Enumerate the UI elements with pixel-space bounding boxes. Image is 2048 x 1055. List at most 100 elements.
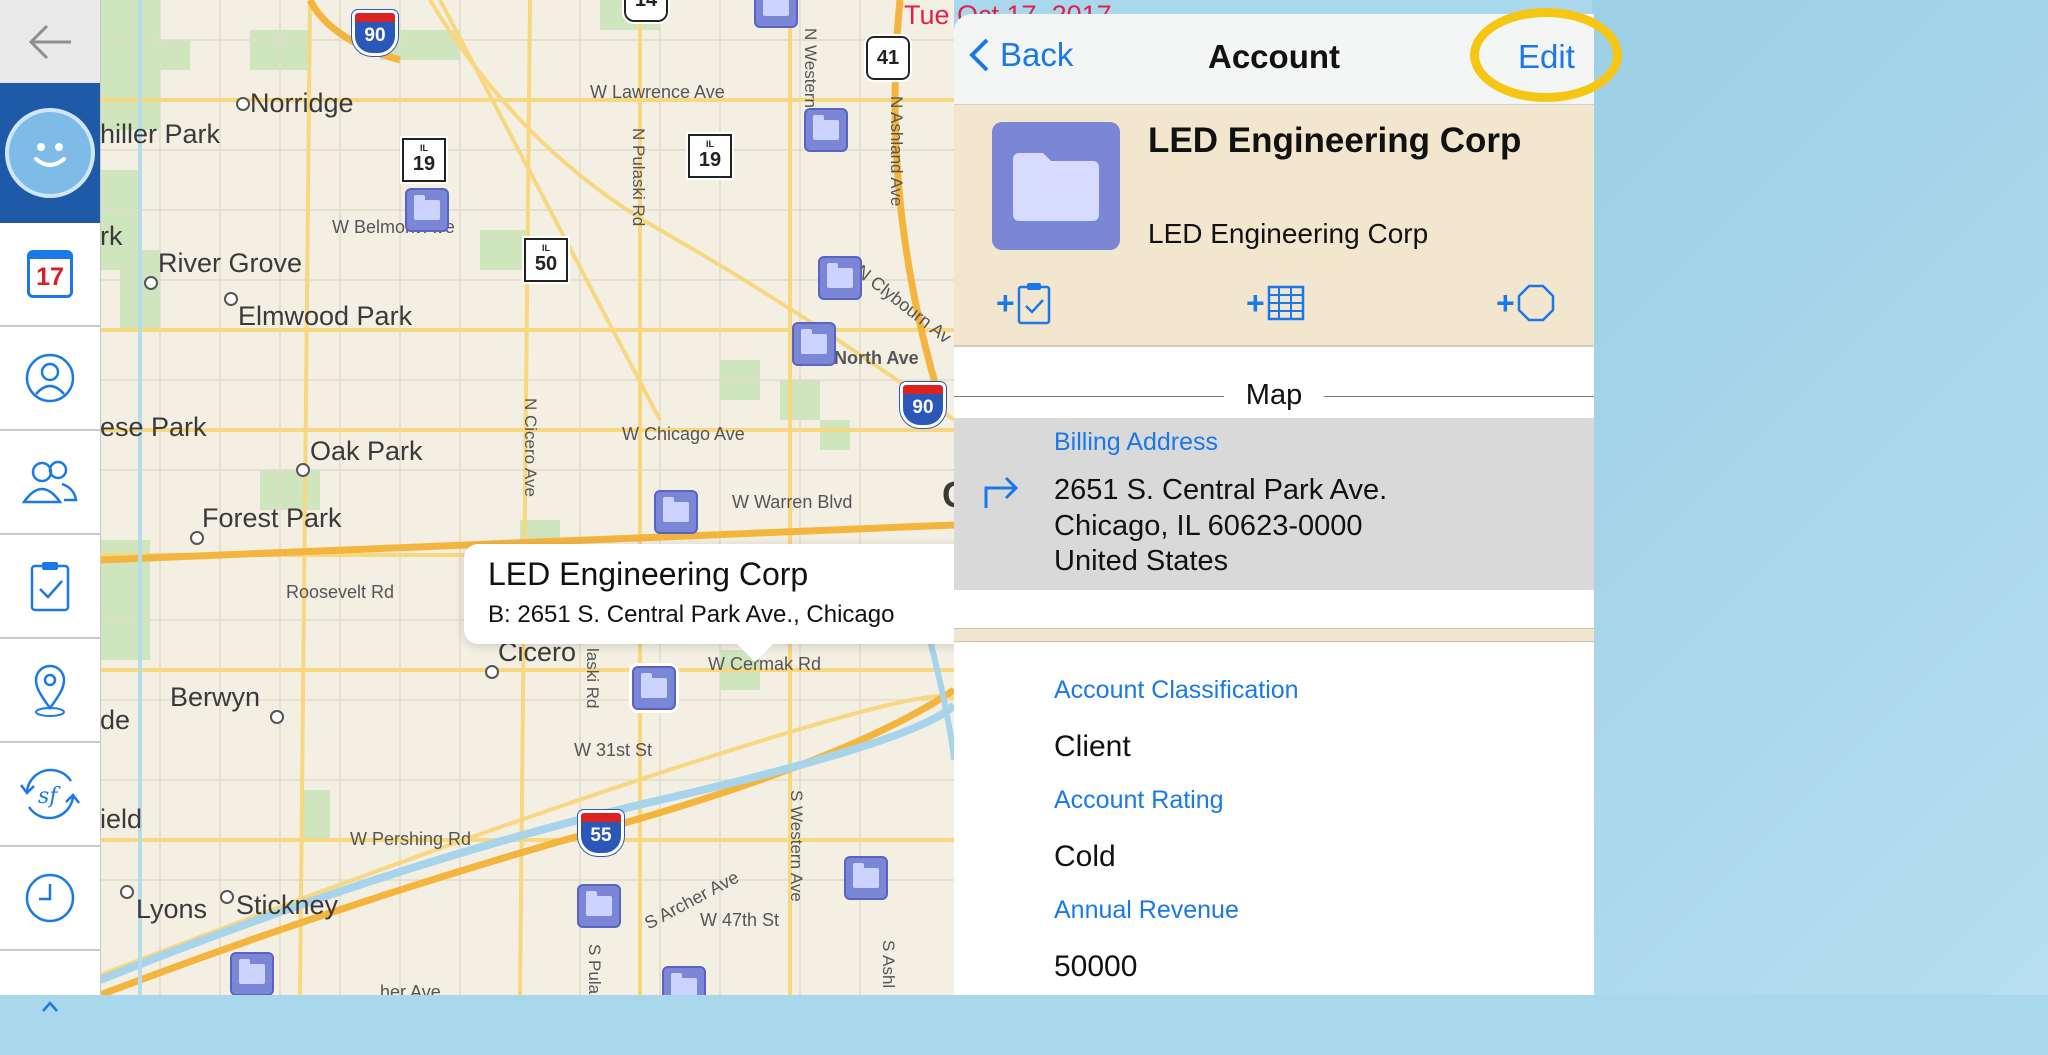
user-avatar-icon (5, 108, 95, 198)
account-map-pin[interactable] (230, 952, 274, 995)
map-street-label: W 31st St (574, 740, 653, 760)
account-name: LED Engineering Corp (1148, 121, 1522, 160)
contact-icon (25, 353, 75, 403)
add-table-icon (1267, 285, 1304, 321)
account-folder-icon (992, 122, 1120, 250)
edit-highlight-ring (1470, 8, 1622, 102)
interstate-shield: 55 (578, 810, 624, 856)
sidebar-contacts-button[interactable] (0, 431, 100, 535)
map-place-label: Norridge (250, 88, 354, 118)
sidebar-calendar-button[interactable]: 17 (0, 223, 100, 327)
map-place-label: Berwyn (170, 682, 261, 712)
field-value: Client (1054, 730, 1131, 763)
field-label: Annual Revenue (1054, 896, 1239, 924)
account-subtitle: LED Engineering Corp (1148, 218, 1429, 249)
account-map-pin[interactable] (792, 322, 836, 366)
callout-address: B: 2651 S. Central Park Ave., Chicago (488, 601, 895, 628)
add-task-icon (1017, 283, 1050, 325)
map-street-label: her Ave (380, 982, 441, 995)
map-place-label: Forest Park (202, 503, 342, 533)
salesforce-sync-icon: sf (20, 768, 80, 820)
town-dot (144, 276, 158, 290)
town-dot (236, 97, 250, 111)
account-map-pin[interactable] (577, 884, 621, 928)
sidebar-history-button[interactable] (0, 847, 100, 951)
account-map-pin[interactable] (818, 256, 862, 300)
map-street-label: N Ashland Ave (887, 96, 906, 207)
map-street-label: W Pershing Rd (350, 829, 472, 849)
field-label: Account Rating (1054, 786, 1224, 814)
town-dot (224, 292, 238, 306)
field-label: Account Classification (1054, 676, 1299, 704)
tasks-clipboard-icon (30, 562, 70, 612)
map-place-label: C (942, 474, 954, 516)
sidebar-back-button[interactable] (0, 0, 100, 83)
town-dot (120, 885, 134, 899)
sidebar-more-button[interactable] (0, 951, 100, 1055)
map-place-label: Stickney (236, 890, 339, 920)
town-dot (270, 710, 284, 724)
state-route-shield: 14 (622, 0, 670, 24)
section-divider (954, 628, 1594, 642)
town-dot (220, 890, 234, 904)
sidebar: 17 sf (0, 0, 101, 1012)
chevron-up-icon (42, 1001, 58, 1012)
sidebar-sync-button[interactable]: sf (0, 743, 100, 847)
map-place-label: Oak Park (310, 436, 423, 466)
map-place-label: de (100, 705, 131, 735)
state-route-shield: IL 50 (522, 236, 570, 284)
clock-icon (25, 873, 75, 923)
map-place-label: ield (100, 804, 143, 834)
interstate-shield: 90 (352, 10, 398, 56)
account-map-pin[interactable] (844, 856, 888, 900)
map-street-label: W 47th St (700, 910, 780, 930)
add-task-button[interactable]: + (996, 280, 1051, 326)
map-place-label: hiller Park (100, 119, 221, 149)
billing-address-label: Billing Address (1054, 428, 1218, 456)
account-map-pin[interactable] (662, 966, 706, 995)
map-section-header: Map (954, 374, 1594, 418)
sidebar-contact-button[interactable] (0, 327, 100, 431)
map-callout[interactable]: LED Engineering Corp B: 2651 S. Central … (464, 544, 954, 662)
account-map-pin[interactable] (804, 108, 848, 152)
back-arrow-icon (28, 24, 71, 59)
map-street-label: N Cicero Ave (521, 398, 540, 497)
account-map-pin[interactable] (654, 490, 698, 534)
interstate-shield: 90 (900, 382, 946, 428)
town-dot (190, 531, 204, 545)
address-line: 2651 S. Central Park Ave. (1054, 474, 1388, 506)
map-street-label: W Chicago Ave (622, 424, 745, 444)
map-street-label: W Warren Blvd (732, 492, 853, 512)
map-street-label: North Ave (834, 348, 919, 368)
town-dot (296, 463, 310, 477)
add-shape-button[interactable]: + (1496, 280, 1555, 326)
map-view[interactable]: Norridge hiller Park rk River Grove Elmw… (100, 0, 954, 995)
address-line: United States (1054, 545, 1229, 577)
state-route-shield: IL 19 (686, 132, 734, 180)
sidebar-map-button[interactable] (0, 639, 100, 743)
map-street-label: S Pulaski (585, 944, 604, 995)
map-place-label: Lyons (136, 894, 208, 924)
map-place-label: rk (100, 221, 123, 251)
town-dot (485, 665, 499, 679)
add-table-button[interactable]: + (1246, 280, 1305, 326)
selected-account-map-pin[interactable] (632, 666, 676, 710)
sidebar-tasks-button[interactable] (0, 535, 100, 639)
field-value: 50000 (1054, 950, 1138, 983)
billing-address-row[interactable]: Billing Address 2651 S. Central Park Ave… (954, 418, 1594, 590)
account-map-pin[interactable] (754, 0, 798, 28)
map-place-label: Elmwood Park (238, 301, 413, 331)
state-route-shield: IL 19 (400, 136, 448, 184)
account-panel: Back Account Edit LED Engineering Corp L… (954, 14, 1594, 995)
map-place-label: ese Park (100, 412, 207, 442)
map-street-label: Roosevelt Rd (286, 582, 395, 602)
location-pin-icon (34, 664, 66, 717)
contacts-group-icon (22, 460, 78, 504)
sidebar-profile-button[interactable] (0, 83, 100, 223)
account-header: LED Engineering Corp LED Engineering Cor… (954, 105, 1594, 347)
sync-label: sf (38, 784, 61, 809)
map-street-label: laski Rd (583, 648, 602, 709)
callout-title: LED Engineering Corp (488, 556, 809, 592)
map-place-label: River Grove (158, 248, 303, 278)
account-map-pin[interactable] (405, 188, 449, 232)
